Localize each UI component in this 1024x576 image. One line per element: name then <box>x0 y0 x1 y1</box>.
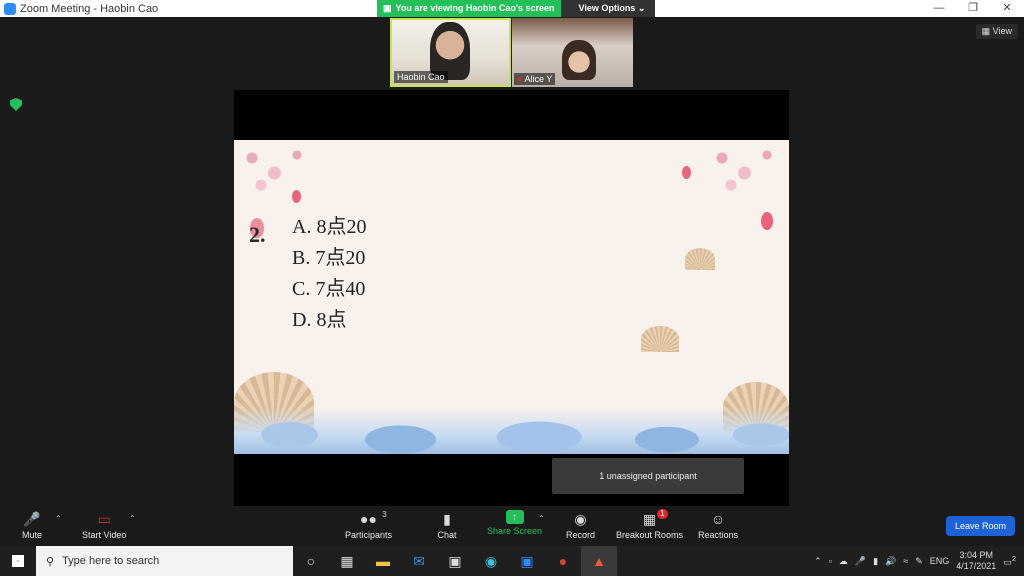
zoom-icon[interactable]: ▣ <box>509 546 545 576</box>
participants-button[interactable]: ●● 3 Participants <box>345 510 392 540</box>
breakout-rooms-icon: ▦ 1 <box>640 509 668 528</box>
record-button[interactable]: ◉ Record <box>566 510 596 541</box>
notification-count: 2 <box>1011 554 1016 563</box>
participant-name-label: Haobin Cao <box>394 71 448 83</box>
start-video-button[interactable]: ▭ Start Video <box>82 510 127 541</box>
breakout-badge: 1 <box>657 509 668 519</box>
screen-share-icon: ▣ <box>383 3 392 13</box>
chevron-down-icon: ⌄ <box>637 3 646 13</box>
language-indicator[interactable]: ENG <box>930 556 950 566</box>
cherry-blossom-decoration <box>234 140 324 200</box>
clock-date: 4/17/2021 <box>956 561 997 571</box>
mail-icon[interactable]: ✉ <box>401 546 437 576</box>
file-explorer-icon[interactable]: ▬ <box>365 546 401 576</box>
taskbar-apps: ○ ▦ ▬ ✉ ▣ ◉ ▣ ● ▲ <box>293 546 617 576</box>
fan-decoration <box>641 326 679 352</box>
answer-option-d: D. 8点 <box>292 309 347 331</box>
share-screen-label: Share Screen <box>487 526 543 536</box>
shared-screen: 2. A. 8点20 B. 7点20 C. 7点40 D. 8点 <box>234 90 789 506</box>
participant-video-haobin[interactable]: Haobin Cao <box>390 18 511 87</box>
question-number: 2. <box>249 222 266 247</box>
battery-icon[interactable]: ▮ <box>873 556 878 567</box>
store-icon[interactable]: ▣ <box>437 546 473 576</box>
video-options-caret[interactable]: ⌃ <box>129 514 136 523</box>
search-icon: ⚲ <box>46 555 55 568</box>
close-icon[interactable]: ✕ <box>990 0 1024 17</box>
pen-icon[interactable]: ✎ <box>915 556 923 567</box>
chat-icon: ▮ <box>443 510 451 527</box>
pinned-app-icon[interactable]: ▲ <box>581 546 617 576</box>
chat-button[interactable]: ▮ Chat <box>437 510 457 541</box>
onedrive-icon[interactable]: ☁ <box>839 556 848 567</box>
window-controls: — ❐ ✕ <box>922 0 1024 17</box>
reactions-icon: ☺ <box>710 511 726 527</box>
search-placeholder: Type here to search <box>62 555 160 567</box>
participant-name-text: Alice Y <box>524 74 553 84</box>
task-view-icon[interactable]: ▦ <box>329 546 365 576</box>
windows-logo-icon <box>12 555 24 567</box>
taskbar-search-box[interactable]: ⚲ Type here to search <box>36 546 293 576</box>
cortana-icon[interactable]: ○ <box>293 546 329 576</box>
grid-icon: ▦ <box>981 26 993 36</box>
windows-taskbar: ⚲ Type here to search ○ ▦ ▬ ✉ ▣ ◉ ▣ ● ▲ … <box>0 546 1024 576</box>
mute-button[interactable]: 🎤 Mute <box>22 510 43 541</box>
microphone-tray-icon[interactable]: 🎤 <box>855 556 866 567</box>
video-off-icon: ▭ <box>97 510 111 527</box>
edge-icon[interactable]: ◉ <box>473 546 509 576</box>
lantern-decoration <box>292 190 301 203</box>
clock-time: 3:04 PM <box>959 550 994 560</box>
view-options-button[interactable]: View Options ⌄ <box>560 0 656 17</box>
participants-icon: ●● 3 <box>360 510 387 527</box>
meet-now-icon[interactable]: ▫ <box>829 556 832 566</box>
taskbar-clock[interactable]: 3:04 PM 4/17/2021 <box>956 550 996 572</box>
breakout-rooms-label: Breakout Rooms <box>616 530 684 540</box>
share-arrow-icon: ↑ <box>505 510 524 524</box>
participant-name-label: ● Alice Y <box>514 73 556 85</box>
lantern-decoration <box>761 212 773 230</box>
meeting-toolbar: 🎤 Mute ⌃ ▭ Start Video ⌃ ●● 3 Participant… <box>0 506 1024 546</box>
screen-share-banner: ▣ You are viewing Haobin Cao's screen Vi… <box>377 0 656 17</box>
answer-option-a: A. 8点20 <box>292 216 367 238</box>
system-tray: ⌃ ▫ ☁ 🎤 ▮ 🔊 ≈ ✎ ENG 3:04 PM 4/17/2021 ▭2 <box>814 546 1024 576</box>
answer-option-b: B. 7点20 <box>292 247 366 269</box>
unassigned-participant-tooltip: 1 unassigned participant <box>552 458 744 494</box>
lantern-decoration <box>682 166 691 179</box>
fan-decoration <box>685 248 715 270</box>
viewing-status-text: You are viewing Haobin Cao's screen <box>395 3 555 13</box>
view-layout-button[interactable]: ▦ View <box>975 24 1018 39</box>
audio-options-caret[interactable]: ⌃ <box>55 514 62 523</box>
share-options-caret[interactable]: ⌃ <box>538 514 545 523</box>
start-video-label: Start Video <box>82 530 127 540</box>
record-icon: ◉ <box>574 510 587 527</box>
chat-label: Chat <box>437 530 457 540</box>
leave-room-button[interactable]: Leave Room <box>946 516 1015 536</box>
show-hidden-icons-icon[interactable]: ⌃ <box>814 556 822 567</box>
notification-center-icon[interactable]: ▭2 <box>1003 554 1016 568</box>
share-screen-button[interactable]: ↑ Share Screen <box>487 510 542 536</box>
wave-decoration <box>234 406 789 454</box>
wifi-icon[interactable]: ≈ <box>903 556 908 566</box>
participant-video-alice[interactable]: ● Alice Y <box>512 18 633 87</box>
view-options-label: View Options <box>578 3 636 13</box>
cherry-blossom-decoration <box>704 140 789 200</box>
mute-label: Mute <box>22 530 43 540</box>
presentation-slide: 2. A. 8点20 B. 7点20 C. 7点40 D. 8点 <box>234 140 789 454</box>
reactions-label: Reactions <box>698 530 739 540</box>
minimize-icon[interactable]: — <box>922 0 956 17</box>
participant-figure <box>562 40 596 80</box>
record-label: Record <box>566 530 596 540</box>
microphone-icon: 🎤 <box>23 510 41 527</box>
answer-option-c: C. 7点40 <box>292 278 366 300</box>
reactions-button[interactable]: ☺ Reactions <box>698 510 738 540</box>
viewing-status: ▣ You are viewing Haobin Cao's screen <box>377 0 561 17</box>
breakout-rooms-button[interactable]: ▦ 1 Breakout Rooms <box>616 509 684 540</box>
restore-icon[interactable]: ❐ <box>956 0 990 17</box>
participants-count: 3 <box>382 510 387 519</box>
zoom-app-icon <box>4 2 16 15</box>
participants-label: Participants <box>345 530 393 540</box>
view-layout-label: View <box>992 26 1012 36</box>
volume-icon[interactable]: 🔊 <box>885 556 896 567</box>
start-button[interactable] <box>0 546 36 576</box>
powerpoint-icon[interactable]: ● <box>545 546 581 576</box>
